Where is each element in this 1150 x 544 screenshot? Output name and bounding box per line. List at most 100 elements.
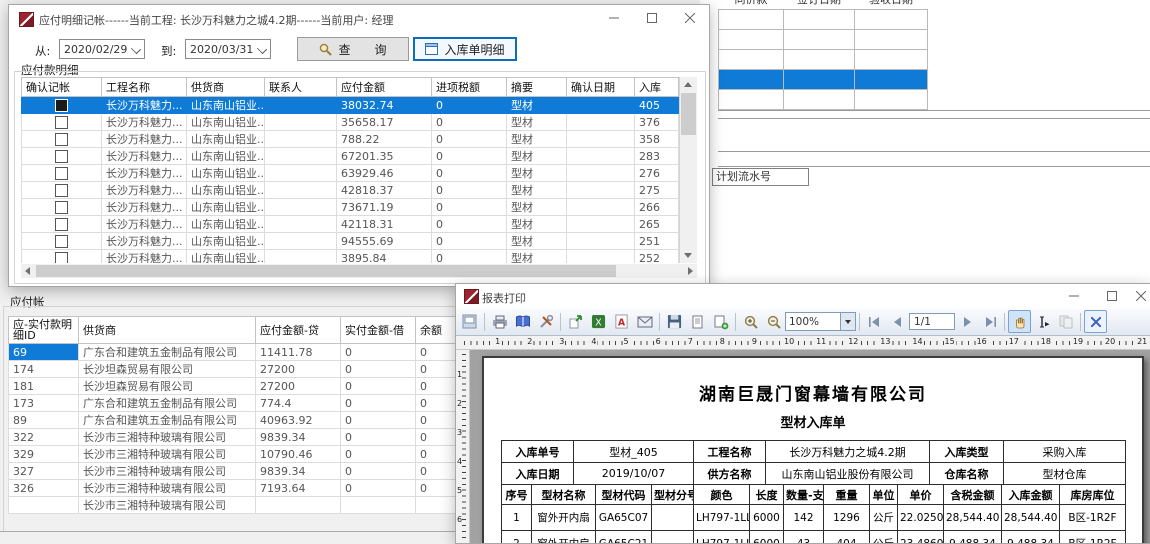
cell (719, 10, 784, 30)
plan-serial-field[interactable]: 计划流水号 (712, 168, 809, 186)
payable-account-grid[interactable]: 应-实付款明细ID供货商应付金额-贷实付金额-借余额 69广东合和建筑五金制品有… (8, 316, 459, 517)
last-page-icon[interactable] (978, 310, 1001, 333)
vertical-scrollbar[interactable] (679, 77, 697, 263)
query-button[interactable]: 查 询 (297, 37, 409, 61)
payable-detail-row[interactable]: 长沙万科魅力...山东南山铝业...67201.350型材283 (22, 148, 679, 165)
to-date-combo[interactable]: 2020/03/31 (185, 39, 271, 59)
zoom-level-combo[interactable]: 100% (785, 312, 856, 331)
payable-detail-row[interactable]: 长沙万科魅力...山东南山铝业...42118.310型材265 (22, 216, 679, 233)
column-header[interactable]: 联系人 (265, 78, 337, 97)
page-setup-icon[interactable] (458, 310, 481, 333)
column-header[interactable]: 入库 (635, 78, 679, 97)
confirm-checkbox[interactable] (55, 99, 68, 112)
scroll-up-icon[interactable] (684, 82, 692, 87)
next-page-icon[interactable] (955, 310, 978, 333)
from-date-combo[interactable]: 2020/02/29 (59, 39, 145, 59)
payable-detail-row[interactable]: 长沙万科魅力...山东南山铝业...38032.740型材405 (22, 97, 679, 114)
payable-account-row[interactable]: 327长沙市三湘特种玻璃有限公司9839.3400 (9, 463, 459, 480)
scroll-right-icon[interactable] (688, 267, 693, 275)
titlebar[interactable]: 报表打印 (456, 284, 1150, 308)
excel-export-icon[interactable]: X (587, 310, 610, 333)
payable-account-row[interactable]: 69广东合和建筑五金制品有限公司11411.7800 (9, 344, 459, 361)
contract-table[interactable]: 同价款签订日期验收日期 (718, 0, 928, 110)
column-header[interactable]: 供货商 (187, 78, 265, 97)
payable-account-row[interactable]: 173广东合和建筑五金制品有限公司774.400 (9, 395, 459, 412)
maximize-button[interactable] (633, 5, 671, 31)
zoom-in-icon[interactable] (739, 310, 762, 333)
close-button[interactable] (671, 5, 709, 31)
copy-icon[interactable] (1054, 310, 1077, 333)
column-header[interactable]: 余额 (416, 317, 459, 344)
payable-detail-row[interactable]: 长沙万科魅力...山东南山铝业...35658.170型材376 (22, 114, 679, 131)
confirm-checkbox[interactable] (55, 235, 68, 248)
chevron-down-icon[interactable] (840, 313, 855, 330)
zoom-out-icon[interactable] (762, 310, 785, 333)
payable-detail-row[interactable]: 长沙万科魅力...山东南山铝业...3895.840型材252 (22, 250, 679, 264)
payable-account-row[interactable]: 329长沙市三湘特种玻璃有限公司10790.4600 (9, 446, 459, 463)
contract-row[interactable] (719, 50, 928, 70)
column-header[interactable]: 进项税额 (432, 78, 507, 97)
column-header[interactable]: 确认日期 (567, 78, 635, 97)
pdf-export-icon[interactable]: A (610, 310, 633, 333)
confirm-checkbox[interactable] (55, 218, 68, 231)
payable-account-row[interactable]: 89广东合和建筑五金制品有限公司40963.9200 (9, 412, 459, 429)
column-header[interactable]: 应付金额-贷 (256, 317, 341, 344)
confirm-checkbox[interactable] (55, 116, 68, 129)
payable-account-row[interactable]: 181长沙坦森贸易有限公司2720000 (9, 378, 459, 395)
confirm-checkbox[interactable] (55, 150, 68, 163)
payable-account-row[interactable]: 326长沙市三湘特种玻璃有限公司7193.6400 (9, 480, 459, 497)
confirm-checkbox[interactable] (55, 184, 68, 197)
options-tools-icon[interactable] (534, 310, 557, 333)
payable-detail-grid[interactable]: 确认记帐工程名称供货商联系人应付金额进项税额摘要确认日期入库 长沙万科魅力...… (21, 77, 697, 263)
print-preview-area[interactable]: 123456 湖南巨晟门窗幕墙有限公司 型材入库单 入库单号型材_405工程名称… (456, 350, 1150, 543)
export-icon[interactable] (564, 310, 587, 333)
hand-pan-tool-icon[interactable] (1008, 310, 1031, 333)
report-doc-title: 型材入库单 (484, 412, 1142, 431)
print-icon[interactable] (488, 310, 511, 333)
close-button[interactable] (1131, 284, 1150, 308)
column-header[interactable]: 摘要 (507, 78, 567, 97)
payable-account-row[interactable]: 322长沙市三湘特种玻璃有限公司9839.3400 (9, 429, 459, 446)
payable-detail-row[interactable]: 长沙万科魅力...山东南山铝业...94555.690型材251 (22, 233, 679, 250)
horizontal-scrollbar[interactable] (21, 264, 697, 278)
confirm-checkbox[interactable] (55, 167, 68, 180)
column-header[interactable]: 实付金额-借 (341, 317, 416, 344)
column-header[interactable]: 应-实付款明细ID (9, 317, 79, 344)
payable-account-row[interactable]: 174长沙坦森贸易有限公司2720000 (9, 361, 459, 378)
save-icon[interactable] (663, 310, 686, 333)
confirm-checkbox[interactable] (55, 133, 68, 146)
payable-detail-row[interactable]: 长沙万科魅力...山东南山铝业...73671.190型材266 (22, 199, 679, 216)
column-header[interactable]: 确认记帐 (22, 78, 102, 97)
minimize-button[interactable] (595, 5, 633, 31)
maximize-button[interactable] (1093, 284, 1131, 308)
column-header[interactable]: 供货商 (79, 317, 256, 344)
scroll-left-icon[interactable] (25, 267, 30, 275)
multi-page-view-icon[interactable] (709, 310, 732, 333)
contract-row[interactable] (719, 90, 928, 110)
book-icon[interactable] (511, 310, 534, 333)
payable-detail-row[interactable]: 长沙万科魅力...山东南山铝业...42818.370型材275 (22, 182, 679, 199)
column-header[interactable]: 工程名称 (102, 78, 187, 97)
contract-row[interactable] (719, 70, 928, 90)
contract-row[interactable] (719, 10, 928, 30)
text-select-tool-icon[interactable] (1031, 310, 1054, 333)
minimize-button[interactable] (1055, 284, 1093, 308)
payable-detail-row[interactable]: 长沙万科魅力...山东南山铝业...788.220型材358 (22, 131, 679, 148)
contract-row[interactable] (719, 30, 928, 50)
confirm-checkbox[interactable] (55, 252, 68, 263)
payable-account-row[interactable]: 长沙市三湘特种玻璃有限公司 (9, 497, 459, 514)
first-page-icon[interactable] (863, 310, 886, 333)
scrollbar-thumb[interactable] (681, 93, 696, 135)
scroll-down-icon[interactable] (684, 253, 692, 258)
confirm-checkbox[interactable] (55, 201, 68, 214)
mail-icon[interactable] (633, 310, 656, 333)
scrollbar-thumb[interactable] (36, 265, 616, 277)
previous-page-icon[interactable] (886, 310, 909, 333)
column-header[interactable]: 应付金额 (337, 78, 432, 97)
payable-detail-row[interactable]: 长沙万科魅力...山东南山铝业...63929.460型材276 (22, 165, 679, 182)
single-page-view-icon[interactable] (686, 310, 709, 333)
titlebar[interactable]: 应付明细记帐------当前工程: 长沙万科魅力之城4.2期------当前用户… (9, 5, 709, 31)
page-number-input[interactable]: 1/1 (909, 313, 955, 330)
inbound-detail-button[interactable]: 入库单明细 (413, 37, 517, 61)
close-preview-icon[interactable] (1084, 310, 1107, 333)
